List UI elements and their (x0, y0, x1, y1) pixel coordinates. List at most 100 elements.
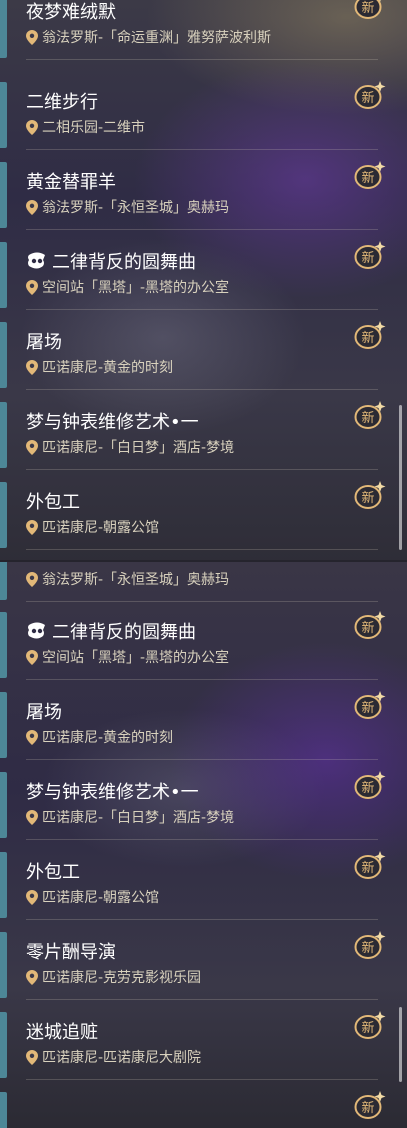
quest-row[interactable]: 二律背反的圆舞曲 空间站「黑塔」-黑塔的办公室 新 (0, 240, 386, 310)
map-pin-icon (26, 969, 38, 985)
row-accent-bar (0, 82, 7, 148)
row-divider (26, 601, 378, 602)
new-badge-icon: 新 (354, 611, 386, 639)
svg-text:新: 新 (361, 1020, 374, 1036)
svg-text:新: 新 (361, 1100, 374, 1116)
quest-title: 梦与钟表维修艺术•一 (26, 782, 199, 803)
new-badge-icon: 新 (354, 691, 386, 719)
quest-title: 外包工 (26, 862, 80, 883)
quest-title: 夜梦难绒默 (26, 2, 116, 23)
row-accent-bar (0, 562, 7, 600)
quest-row[interactable]: 夜梦难绒默 翁法罗斯-「命运重渊」雅努萨波利斯 新 (0, 0, 382, 60)
map-pin-icon (26, 649, 38, 665)
quest-row[interactable]: 屠场 匹诺康尼-黄金的时刻 新 (0, 690, 386, 760)
quest-row[interactable]: 二维步行 二相乐园-二维市 新 (0, 80, 386, 150)
new-badge-icon: 新 (354, 0, 382, 19)
new-badge-icon: 新 (354, 771, 386, 799)
quest-location: 二相乐园-二维市 (26, 118, 145, 136)
quest-row[interactable]: 二律背反的圆舞曲 空间站「黑塔」-黑塔的办公室 新 (0, 610, 386, 680)
quest-title: 屠场 (26, 702, 62, 723)
quest-title: 二律背反的圆舞曲 (26, 618, 196, 644)
row-divider (26, 229, 378, 230)
row-divider (26, 309, 378, 310)
quest-location: 匹诺康尼-朝露公馆 (26, 888, 159, 906)
quest-row[interactable]: 零片酬导演 匹诺康尼-克劳克影视乐园 新 (0, 930, 386, 1000)
map-pin-icon (26, 571, 38, 587)
quest-title: 黄金替罪羊 (26, 172, 116, 193)
new-badge-icon: 新 (354, 481, 386, 509)
scrollbar-thumb[interactable] (399, 405, 402, 550)
quest-location: 匹诺康尼-匹诺康尼大剧院 (26, 1048, 201, 1066)
quest-location: 匹诺康尼-黄金的时刻 (26, 358, 173, 376)
row-accent-bar (0, 0, 7, 58)
row-accent-bar (0, 162, 7, 228)
quest-title: 外包工 (26, 492, 80, 513)
svg-text:新: 新 (361, 170, 374, 186)
quest-list-panel-top: 夜梦难绒默 翁法罗斯-「命运重渊」雅努萨波利斯 新 二维步行 二相乐园-二维市 … (0, 0, 407, 562)
svg-text:新: 新 (361, 90, 374, 106)
quest-location: 匹诺康尼-黄金的时刻 (26, 728, 173, 746)
row-accent-bar (0, 692, 7, 758)
row-divider (26, 549, 378, 550)
row-accent-bar (0, 932, 7, 998)
row-accent-bar (0, 1092, 7, 1128)
new-badge-icon: 新 (354, 241, 386, 269)
map-pin-icon (26, 279, 38, 295)
quest-location: 匹诺康尼-「白日梦」酒店-梦境 (26, 438, 234, 456)
svg-text:新: 新 (361, 490, 374, 506)
row-divider (26, 679, 378, 680)
row-divider (26, 839, 378, 840)
svg-text:新: 新 (361, 330, 374, 346)
quest-title: 二维步行 (26, 92, 98, 113)
row-divider (26, 149, 378, 150)
quest-location: 空间站「黑塔」-黑塔的办公室 (26, 648, 229, 666)
svg-text:新: 新 (361, 940, 374, 956)
quest-location: 匹诺康尼-克劳克影视乐园 (26, 968, 201, 986)
quest-row[interactable]: 梦与钟表维修艺术•一 匹诺康尼-「白日梦」酒店-梦境 新 (0, 400, 386, 470)
map-pin-icon (26, 359, 38, 375)
quest-title: 梦与钟表维修艺术•一 (26, 412, 199, 433)
quest-row[interactable]: 外包工 匹诺康尼-朝露公馆 新 (0, 480, 386, 550)
row-divider (26, 759, 378, 760)
quest-row[interactable]: 新 (0, 1090, 386, 1128)
quest-location: 匹诺康尼-朝露公馆 (26, 518, 159, 536)
row-accent-bar (0, 852, 7, 918)
row-divider (26, 1079, 378, 1080)
quest-location: 翁法罗斯-「永恒圣城」奥赫玛 (26, 198, 229, 216)
quest-location: 空间站「黑塔」-黑塔的办公室 (26, 278, 229, 296)
map-pin-icon (26, 519, 38, 535)
new-badge-icon: 新 (354, 321, 386, 349)
row-divider (26, 919, 378, 920)
quest-row[interactable]: 梦与钟表维修艺术•一 匹诺康尼-「白日梦」酒店-梦境 新 (0, 770, 386, 840)
svg-text:新: 新 (361, 780, 374, 796)
quest-row[interactable]: 迷城追赃 匹诺康尼-匹诺康尼大剧院 新 (0, 1010, 386, 1080)
new-badge-icon: 新 (354, 401, 386, 429)
quest-row[interactable]: 外包工 匹诺康尼-朝露公馆 新 (0, 850, 386, 920)
row-accent-bar (0, 482, 7, 548)
row-accent-bar (0, 322, 7, 388)
map-pin-icon (26, 199, 38, 215)
quest-row[interactable]: 翁法罗斯-「永恒圣城」奥赫玛 (0, 562, 380, 602)
row-divider (26, 999, 378, 1000)
svg-text:新: 新 (361, 410, 374, 426)
row-accent-bar (0, 1012, 7, 1078)
scrollbar-thumb[interactable] (399, 1007, 402, 1082)
quest-row[interactable]: 黄金替罪羊 翁法罗斯-「永恒圣城」奥赫玛 新 (0, 160, 386, 230)
row-accent-bar (0, 242, 7, 308)
map-pin-icon (26, 119, 38, 135)
quest-title: 屠场 (26, 332, 62, 353)
quest-title: 迷城追赃 (26, 1022, 98, 1043)
map-pin-icon (26, 1049, 38, 1065)
quest-location: 翁法罗斯-「命运重渊」雅努萨波利斯 (26, 28, 271, 46)
svg-text:新: 新 (361, 700, 374, 716)
svg-text:新: 新 (361, 620, 374, 636)
map-pin-icon (26, 809, 38, 825)
map-pin-icon (26, 729, 38, 745)
row-accent-bar (0, 612, 7, 678)
new-badge-icon: 新 (354, 161, 386, 189)
quest-location: 翁法罗斯-「永恒圣城」奥赫玛 (26, 570, 229, 588)
new-badge-icon: 新 (354, 81, 386, 109)
quest-row[interactable]: 屠场 匹诺康尼-黄金的时刻 新 (0, 320, 386, 390)
map-pin-icon (26, 889, 38, 905)
row-divider (26, 59, 378, 60)
